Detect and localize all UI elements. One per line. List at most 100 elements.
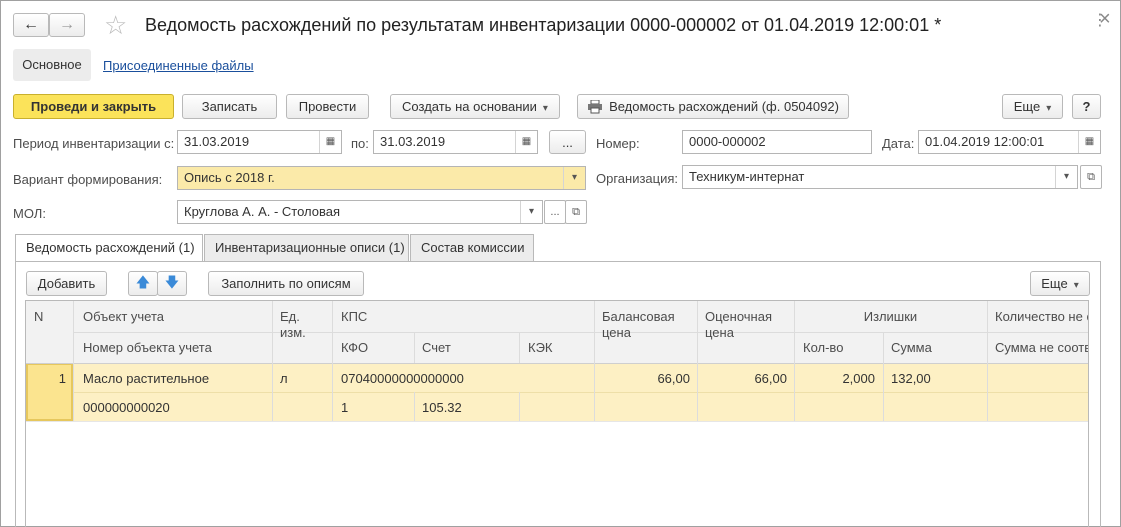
- cell-account[interactable]: 105.32: [422, 400, 462, 415]
- grid-line: [26, 363, 1088, 364]
- calendar-icon[interactable]: ▦: [319, 131, 341, 153]
- section-main[interactable]: Основное: [13, 49, 91, 81]
- forward-button[interactable]: →: [49, 13, 85, 37]
- back-button[interactable]: ←: [13, 13, 49, 37]
- grid-line: [272, 301, 273, 421]
- open-org-icon[interactable]: ⧉: [1080, 165, 1102, 189]
- grid-line: [594, 301, 595, 421]
- fill-from-lists-button[interactable]: Заполнить по описям: [208, 271, 364, 296]
- header-estimated-price-line1[interactable]: Оценочная: [705, 309, 772, 324]
- chevron-down-icon[interactable]: ▾: [1055, 166, 1077, 188]
- header-unit-line2[interactable]: изм.: [280, 325, 306, 340]
- table-more-label: Еще: [1041, 276, 1068, 291]
- more-button[interactable]: Еще: [1002, 94, 1063, 119]
- date-field[interactable]: 01.04.2019 12:00:01 ▦: [918, 130, 1101, 154]
- header-balance-price-line2[interactable]: цена: [602, 325, 631, 340]
- grid-line: [332, 301, 333, 421]
- print-report-button[interactable]: Ведомость расхождений (ф. 0504092): [577, 94, 849, 119]
- period-from-field[interactable]: 31.03.2019 ▦: [177, 130, 342, 154]
- create-based-on-button[interactable]: Создать на основании: [390, 94, 560, 119]
- header-estimated-price-line2[interactable]: цена: [705, 325, 734, 340]
- mol-label: МОЛ:: [13, 206, 46, 221]
- open-mol-icon[interactable]: ⧉: [565, 200, 587, 224]
- favorite-star-icon[interactable]: ☆: [104, 10, 127, 40]
- more-label: Еще: [1013, 99, 1041, 114]
- org-field[interactable]: Техникум-интернат ▾: [682, 165, 1078, 189]
- cell-object[interactable]: Масло растительное: [83, 371, 209, 386]
- window-title: Ведомость расхождений по результатам инв…: [145, 15, 942, 35]
- tab-commission[interactable]: Состав комиссии: [410, 234, 534, 261]
- cell-estimated-price[interactable]: 66,00: [697, 371, 787, 386]
- section-attached-files[interactable]: Присоединенные файлы: [103, 58, 254, 73]
- number-field[interactable]: 0000-000002: [682, 130, 872, 154]
- cell-object-number[interactable]: 000000000020: [83, 400, 170, 415]
- header-unit-line1[interactable]: Ед.: [280, 309, 300, 324]
- mol-field[interactable]: Круглова А. А. - Столовая ▾: [177, 200, 543, 224]
- discrepancy-table: N Объект учета Номер объекта учета Ед. и…: [25, 300, 1089, 527]
- variant-label: Вариант формирования:: [13, 172, 163, 187]
- mol-select-button[interactable]: ...: [544, 200, 566, 224]
- cell-kfo[interactable]: 1: [341, 400, 348, 415]
- add-row-button[interactable]: Добавить: [26, 271, 107, 296]
- tab-discrepancy-statement[interactable]: Ведомость расхождений (1): [15, 234, 203, 262]
- close-icon[interactable]: ×: [1099, 8, 1111, 31]
- chevron-down-icon: [537, 99, 548, 114]
- header-object[interactable]: Объект учета: [83, 309, 164, 324]
- grid-line: [697, 301, 698, 421]
- chevron-down-icon[interactable]: ▾: [563, 167, 585, 189]
- grid-line: [73, 392, 1088, 393]
- mol-value: Круглова А. А. - Столовая: [184, 204, 341, 219]
- cell-balance-price[interactable]: 66,00: [594, 371, 690, 386]
- grid-line: [883, 332, 884, 421]
- table-more-button[interactable]: Еще: [1030, 271, 1090, 296]
- grid-line: [987, 301, 988, 421]
- tab-inventory-lists[interactable]: Инвентаризационные описи (1): [204, 234, 409, 261]
- cell-unit[interactable]: л: [280, 371, 288, 386]
- cell-kps[interactable]: 07040000000000000: [341, 371, 464, 386]
- variant-select[interactable]: Опись с 2018 г. ▾: [177, 166, 586, 190]
- org-value: Техникум-интернат: [689, 169, 805, 184]
- header-balance-price-line1[interactable]: Балансовая: [602, 309, 675, 324]
- chevron-down-icon: [1068, 276, 1079, 291]
- grid-line: [26, 421, 1088, 422]
- header-n[interactable]: N: [34, 309, 43, 324]
- cell-sum[interactable]: 132,00: [891, 371, 931, 386]
- save-button[interactable]: Записать: [182, 94, 277, 119]
- period-to-label: по:: [351, 136, 369, 151]
- move-up-icon[interactable]: 🡅: [128, 271, 158, 296]
- calendar-icon[interactable]: ▦: [1078, 131, 1100, 153]
- header-account[interactable]: Счет: [422, 340, 451, 355]
- cell-n[interactable]: 1: [26, 371, 66, 386]
- print-report-label: Ведомость расхождений (ф. 0504092): [609, 99, 839, 114]
- chevron-down-icon[interactable]: ▾: [520, 201, 542, 223]
- cell-qty[interactable]: 2,000: [794, 371, 875, 386]
- header-qty[interactable]: Кол-во: [803, 340, 843, 355]
- header-kek[interactable]: КЭК: [528, 340, 553, 355]
- number-label: Номер:: [596, 136, 640, 151]
- header-object-number[interactable]: Номер объекта учета: [83, 340, 212, 355]
- grid-line: [414, 392, 415, 421]
- header-kps[interactable]: КПС: [341, 309, 367, 324]
- period-select-button[interactable]: ...: [549, 130, 586, 154]
- header-sum-mismatch[interactable]: Сумма не соотв: [995, 340, 1088, 355]
- help-button[interactable]: ?: [1072, 94, 1101, 119]
- period-label: Период инвентаризации с:: [13, 136, 175, 151]
- header-surplus[interactable]: Излишки: [794, 309, 987, 324]
- grid-line: [519, 392, 520, 421]
- header-qty-mismatch[interactable]: Количество не с: [995, 309, 1088, 324]
- printer-icon: [588, 99, 603, 113]
- back-arrow-icon: ←: [23, 16, 39, 33]
- header-sum[interactable]: Сумма: [891, 340, 932, 355]
- period-to-field[interactable]: 31.03.2019 ▦: [373, 130, 538, 154]
- grid-line: [519, 332, 520, 363]
- calendar-icon[interactable]: ▦: [515, 131, 537, 153]
- forward-arrow-icon: →: [59, 16, 75, 33]
- header-kfo[interactable]: КФО: [341, 340, 368, 355]
- move-down-icon[interactable]: 🡇: [157, 271, 187, 296]
- variant-value: Опись с 2018 г.: [184, 170, 275, 185]
- create-based-on-label: Создать на основании: [402, 99, 537, 114]
- grid-line: [414, 332, 415, 363]
- post-button[interactable]: Провести: [286, 94, 369, 119]
- grid-line: [73, 332, 1088, 333]
- post-and-close-button[interactable]: Проведи и закрыть: [13, 94, 174, 119]
